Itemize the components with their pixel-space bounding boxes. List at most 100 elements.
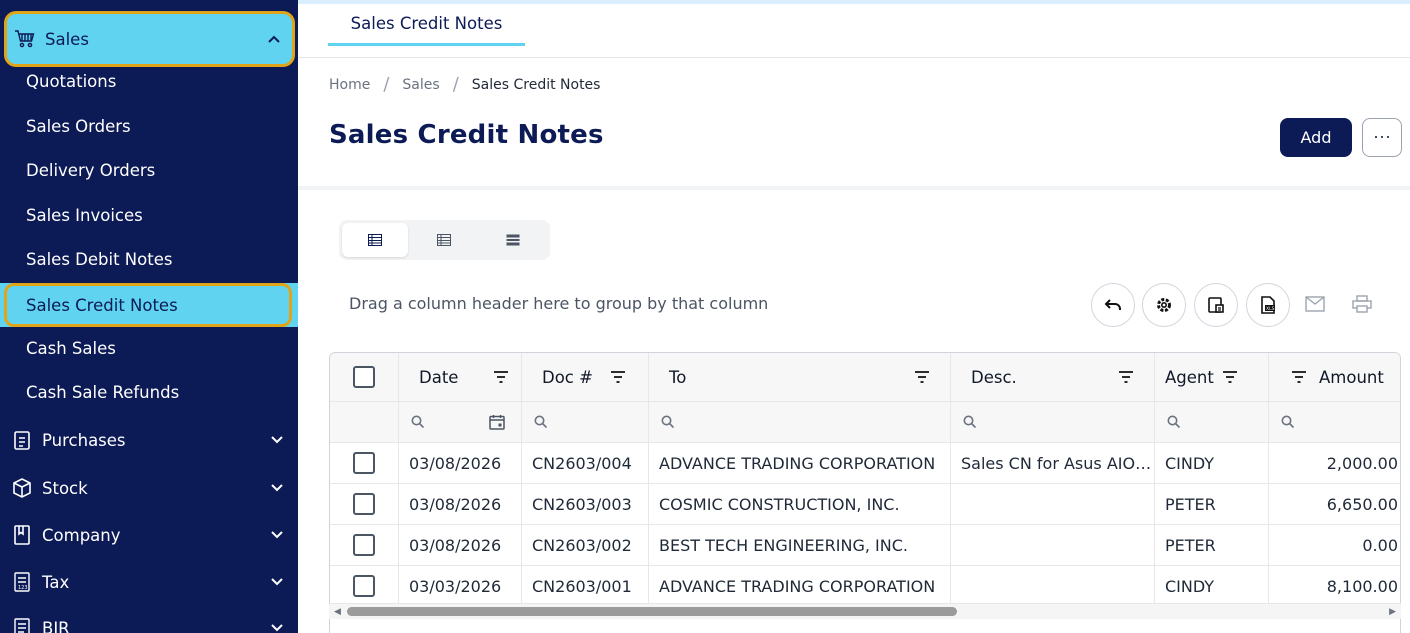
cell-to: COSMIC CONSTRUCTION, INC. — [649, 484, 951, 524]
table-row[interactable]: 03/08/2026 CN2603/003 COSMIC CONSTRUCTIO… — [330, 484, 1400, 525]
cell-desc — [951, 484, 1155, 524]
view-compact-button[interactable] — [411, 223, 477, 257]
email-button[interactable] — [1303, 292, 1327, 316]
more-options-button[interactable]: ⋯ — [1362, 118, 1402, 157]
sidebar-item-delivery-orders[interactable]: Delivery Orders — [26, 161, 155, 180]
filter-icon[interactable] — [1222, 371, 1238, 383]
filter-to[interactable] — [649, 402, 951, 442]
sidebar-item-bir-label: BIR — [42, 618, 70, 633]
column-header-doc[interactable]: Doc # — [522, 353, 649, 401]
filter-icon[interactable] — [914, 371, 930, 383]
row-checkbox[interactable] — [353, 493, 375, 515]
search-icon — [661, 415, 675, 429]
compact-view-icon — [437, 234, 451, 246]
table-row[interactable]: 03/08/2026 CN2603/002 BEST TECH ENGINEER… — [330, 525, 1400, 566]
sidebar-item-sales-label: Sales — [45, 29, 89, 49]
cell-agent: CINDY — [1155, 566, 1269, 606]
tab-divider — [298, 57, 1410, 58]
sidebar-item-sales-orders[interactable]: Sales Orders — [26, 117, 131, 136]
gear-icon — [1157, 298, 1171, 312]
column-header-date[interactable]: Date — [399, 353, 522, 401]
filter-icon[interactable] — [1118, 371, 1134, 383]
tab-sales-credit-notes[interactable]: Sales Credit Notes — [328, 0, 525, 47]
export-file-icon: XLS — [1261, 296, 1275, 314]
scroll-left-icon[interactable]: ◀ — [334, 607, 341, 617]
chevron-up-icon — [264, 35, 284, 43]
row-checkbox[interactable] — [353, 575, 375, 597]
cell-agent: CINDY — [1155, 443, 1269, 483]
filter-desc[interactable] — [951, 402, 1155, 442]
settings-button[interactable] — [1142, 283, 1186, 327]
filter-icon[interactable] — [610, 371, 626, 383]
sidebar-item-sales-credit-notes[interactable]: Sales Credit Notes — [4, 283, 292, 327]
filter-doc[interactable] — [522, 402, 649, 442]
cell-doc-link[interactable]: CN2603/004 — [522, 443, 649, 483]
table-row[interactable]: 03/08/2026 CN2603/004 ADVANCE TRADING CO… — [330, 443, 1400, 484]
search-icon — [411, 415, 425, 429]
search-icon — [534, 415, 548, 429]
add-button[interactable]: Add — [1280, 118, 1352, 157]
sidebar-item-tax[interactable]: 123 Tax — [4, 570, 295, 594]
filter-icon[interactable] — [1291, 371, 1307, 383]
column-header-to[interactable]: To — [649, 353, 951, 401]
sidebar-item-sales-invoices[interactable]: Sales Invoices — [26, 206, 143, 225]
mail-icon — [1305, 296, 1325, 312]
sidebar-item-stock[interactable]: Stock — [4, 476, 295, 500]
filter-amount[interactable] — [1269, 402, 1400, 442]
row-select-cell — [330, 484, 399, 524]
sidebar-item-sales-debit-notes[interactable]: Sales Debit Notes — [26, 250, 172, 269]
cell-agent: PETER — [1155, 484, 1269, 524]
sidebar-item-quotations[interactable]: Quotations — [26, 72, 116, 91]
table-row[interactable]: 03/03/2026 CN2603/001 ADVANCE TRADING CO… — [330, 566, 1400, 607]
filter-date[interactable] — [399, 402, 522, 442]
column-header-label: Date — [419, 367, 459, 387]
sidebar-item-sales[interactable]: Sales — [4, 11, 295, 67]
horizontal-scrollbar[interactable]: ◀ ▶ — [329, 603, 1401, 619]
calendar-icon[interactable] — [489, 414, 505, 430]
scrollbar-thumb[interactable] — [347, 607, 957, 616]
column-chooser-button[interactable] — [1194, 283, 1238, 327]
chevron-down-icon — [267, 531, 287, 539]
sidebar-item-tax-label: Tax — [42, 572, 70, 592]
view-list-button[interactable] — [342, 223, 408, 257]
breadcrumb-home[interactable]: Home — [329, 77, 370, 93]
cell-amount: 8,100.00 — [1326, 576, 1398, 596]
cell-desc: Sales CN for Asus AIO… — [951, 443, 1155, 483]
sidebar-item-cash-sale-refunds[interactable]: Cash Sale Refunds — [26, 383, 179, 402]
search-icon — [1167, 415, 1181, 429]
header-divider — [298, 186, 1410, 190]
reset-button[interactable] — [1091, 283, 1135, 327]
chevron-down-icon — [267, 484, 287, 492]
scroll-right-icon[interactable]: ▶ — [1389, 607, 1396, 617]
cell-doc-link[interactable]: CN2603/003 — [522, 484, 649, 524]
sidebar-item-stock-label: Stock — [42, 478, 88, 498]
undo-icon — [1104, 299, 1121, 310]
sidebar-item-cash-sales[interactable]: Cash Sales — [26, 339, 116, 358]
row-checkbox[interactable] — [353, 534, 375, 556]
cell-doc-link[interactable]: CN2603/001 — [522, 566, 649, 606]
cart-icon — [11, 29, 39, 49]
row-checkbox[interactable] — [353, 452, 375, 474]
grid-footer — [329, 619, 1401, 633]
export-button[interactable]: XLS — [1246, 283, 1290, 327]
column-header-agent[interactable]: Agent — [1155, 353, 1269, 401]
filter-agent[interactable] — [1155, 402, 1269, 442]
sidebar-item-purchases[interactable]: Purchases — [4, 428, 295, 452]
sidebar-item-purchases-label: Purchases — [42, 430, 126, 450]
sidebar-item-company[interactable]: Company — [4, 523, 295, 547]
print-button[interactable] — [1350, 292, 1374, 316]
tab-active-indicator — [328, 43, 525, 46]
filter-icon[interactable] — [493, 371, 509, 383]
view-card-button[interactable] — [480, 223, 546, 257]
breadcrumb-current: Sales Credit Notes — [471, 76, 601, 93]
cell-date: 03/08/2026 — [399, 443, 522, 483]
cell-doc-link[interactable]: CN2603/002 — [522, 525, 649, 565]
column-header-label: Desc. — [971, 367, 1017, 387]
sidebar-item-bir[interactable]: BIR — [4, 616, 295, 633]
sidebar-item-company-label: Company — [42, 525, 121, 545]
cell-amount: 2,000.00 — [1326, 453, 1398, 473]
column-header-amount[interactable]: Amount — [1269, 353, 1400, 401]
breadcrumb-sales[interactable]: Sales — [402, 77, 439, 93]
column-header-desc[interactable]: Desc. — [951, 353, 1155, 401]
select-all-checkbox[interactable] — [353, 366, 375, 388]
